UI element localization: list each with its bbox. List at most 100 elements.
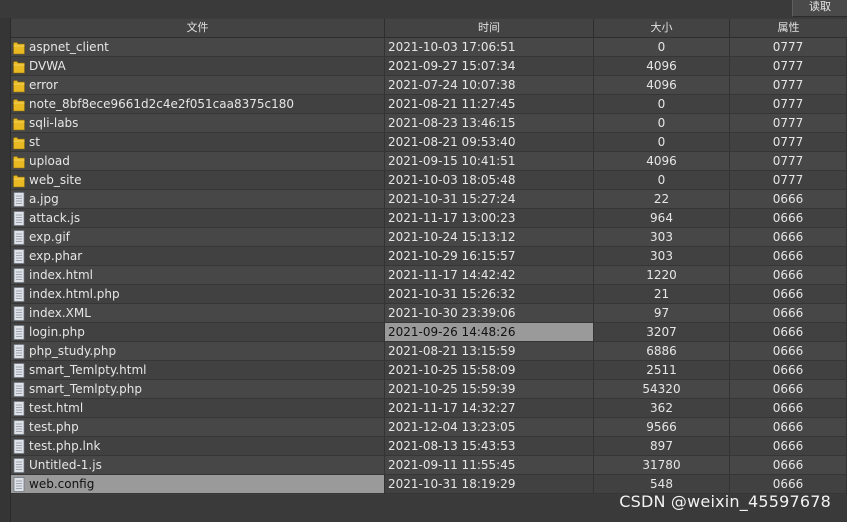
- file-time-cell[interactable]: 2021-10-29 16:15:57: [385, 247, 594, 266]
- table-row[interactable]: Untitled-1.js 2021-09-11 11:55:45 31780 066…: [11, 456, 847, 475]
- file-attr-cell[interactable]: 0666: [730, 323, 847, 342]
- file-time-cell[interactable]: 2021-10-24 15:13:12: [385, 228, 594, 247]
- file-time-cell[interactable]: 2021-11-17 14:32:27: [385, 399, 594, 418]
- table-row[interactable]: exp.phar 2021-10-29 16:15:57 303 0666: [11, 247, 847, 266]
- table-row[interactable]: exp.gif 2021-10-24 15:13:12 303 0666: [11, 228, 847, 247]
- file-attr-cell[interactable]: 0777: [730, 114, 847, 133]
- file-attr-cell[interactable]: 0666: [730, 342, 847, 361]
- file-attr-cell[interactable]: 0777: [730, 76, 847, 95]
- file-attr-cell[interactable]: 0666: [730, 418, 847, 437]
- column-header-time[interactable]: 时间: [385, 19, 594, 37]
- file-attr-cell[interactable]: 0666: [730, 304, 847, 323]
- file-size-cell[interactable]: 6886: [594, 342, 730, 361]
- file-size-cell[interactable]: 4096: [594, 57, 730, 76]
- file-time-cell[interactable]: 2021-08-21 13:15:59: [385, 342, 594, 361]
- file-time-cell[interactable]: 2021-09-11 11:55:45: [385, 456, 594, 475]
- file-time-cell[interactable]: 2021-10-03 17:06:51: [385, 38, 594, 57]
- table-row[interactable]: attack.js 2021-11-17 13:00:23 964 0666: [11, 209, 847, 228]
- file-size-cell[interactable]: 4096: [594, 152, 730, 171]
- file-name-cell[interactable]: index.html: [11, 266, 385, 285]
- file-time-cell[interactable]: 2021-08-21 09:53:40: [385, 133, 594, 152]
- column-header-size[interactable]: 大小: [594, 19, 730, 37]
- file-time-cell[interactable]: 2021-08-21 11:27:45: [385, 95, 594, 114]
- file-attr-cell[interactable]: 0666: [730, 437, 847, 456]
- file-attr-cell[interactable]: 0777: [730, 152, 847, 171]
- file-time-cell[interactable]: 2021-07-24 10:07:38: [385, 76, 594, 95]
- file-attr-cell[interactable]: 0777: [730, 38, 847, 57]
- file-name-cell[interactable]: index.XML: [11, 304, 385, 323]
- file-attr-cell[interactable]: 0666: [730, 380, 847, 399]
- file-size-cell[interactable]: 3207: [594, 323, 730, 342]
- file-time-cell[interactable]: 2021-10-03 18:05:48: [385, 171, 594, 190]
- table-row[interactable]: aspnet_client 2021-10-03 17:06:51 0 0777: [11, 38, 847, 57]
- file-name-cell[interactable]: note_8bf8ece9661d2c4e2f051caa8375c180: [11, 95, 385, 114]
- file-name-cell[interactable]: web_site: [11, 171, 385, 190]
- file-time-cell[interactable]: 2021-09-15 10:41:51: [385, 152, 594, 171]
- file-size-cell[interactable]: 0: [594, 114, 730, 133]
- file-size-cell[interactable]: 9566: [594, 418, 730, 437]
- file-size-cell[interactable]: 97: [594, 304, 730, 323]
- file-size-cell[interactable]: 4096: [594, 76, 730, 95]
- table-row[interactable]: DVWA 2021-09-27 15:07:34 4096 0777: [11, 57, 847, 76]
- file-size-cell[interactable]: 0: [594, 133, 730, 152]
- file-time-cell[interactable]: 2021-09-27 15:07:34: [385, 57, 594, 76]
- file-time-cell[interactable]: 2021-10-25 15:58:09: [385, 361, 594, 380]
- table-row[interactable]: index.html 2021-11-17 14:42:42 1220 0666: [11, 266, 847, 285]
- file-attr-cell[interactable]: 0777: [730, 57, 847, 76]
- table-row[interactable]: web_site 2021-10-03 18:05:48 0 0777: [11, 171, 847, 190]
- file-name-cell[interactable]: exp.gif: [11, 228, 385, 247]
- file-attr-cell[interactable]: 0666: [730, 456, 847, 475]
- file-size-cell[interactable]: 2511: [594, 361, 730, 380]
- file-attr-cell[interactable]: 0777: [730, 133, 847, 152]
- file-time-cell[interactable]: 2021-10-31 15:27:24: [385, 190, 594, 209]
- file-name-cell[interactable]: st: [11, 133, 385, 152]
- file-size-cell[interactable]: 21: [594, 285, 730, 304]
- file-attr-cell[interactable]: 0666: [730, 361, 847, 380]
- file-name-cell[interactable]: login.php: [11, 323, 385, 342]
- file-name-cell[interactable]: test.php: [11, 418, 385, 437]
- file-size-cell[interactable]: 0: [594, 38, 730, 57]
- file-size-cell[interactable]: 54320: [594, 380, 730, 399]
- file-size-cell[interactable]: 22: [594, 190, 730, 209]
- file-attr-cell[interactable]: 0666: [730, 285, 847, 304]
- table-row[interactable]: php_study.php 2021-08-21 13:15:59 6886 0666: [11, 342, 847, 361]
- table-row[interactable]: index.XML 2021-10-30 23:39:06 97 0666: [11, 304, 847, 323]
- table-row[interactable]: upload 2021-09-15 10:41:51 4096 0777: [11, 152, 847, 171]
- file-name-cell[interactable]: sqli-labs: [11, 114, 385, 133]
- file-time-cell[interactable]: 2021-10-31 18:19:29: [385, 475, 594, 494]
- file-attr-cell[interactable]: 0666: [730, 209, 847, 228]
- file-time-cell[interactable]: 2021-11-17 14:42:42: [385, 266, 594, 285]
- file-size-cell[interactable]: 303: [594, 247, 730, 266]
- file-size-cell[interactable]: 964: [594, 209, 730, 228]
- file-name-cell[interactable]: attack.js: [11, 209, 385, 228]
- file-attr-cell[interactable]: 0777: [730, 171, 847, 190]
- file-attr-cell[interactable]: 0666: [730, 190, 847, 209]
- file-name-cell[interactable]: test.php.lnk: [11, 437, 385, 456]
- file-attr-cell[interactable]: 0666: [730, 399, 847, 418]
- file-name-cell[interactable]: exp.phar: [11, 247, 385, 266]
- file-name-cell[interactable]: DVWA: [11, 57, 385, 76]
- file-time-cell[interactable]: 2021-09-26 14:48:26: [385, 323, 594, 342]
- file-size-cell[interactable]: 0: [594, 95, 730, 114]
- file-name-cell[interactable]: web.config: [11, 475, 385, 494]
- file-size-cell[interactable]: 362: [594, 399, 730, 418]
- column-header-name[interactable]: 文件: [11, 19, 385, 37]
- file-size-cell[interactable]: 1220: [594, 266, 730, 285]
- table-row[interactable]: st 2021-08-21 09:53:40 0 0777: [11, 133, 847, 152]
- file-name-cell[interactable]: test.html: [11, 399, 385, 418]
- file-size-cell[interactable]: 31780: [594, 456, 730, 475]
- table-row[interactable]: sqli-labs 2021-08-23 13:46:15 0 0777: [11, 114, 847, 133]
- file-attr-cell[interactable]: 0666: [730, 247, 847, 266]
- file-name-cell[interactable]: aspnet_client: [11, 38, 385, 57]
- file-size-cell[interactable]: 0: [594, 171, 730, 190]
- table-row[interactable]: note_8bf8ece9661d2c4e2f051caa8375c180 202…: [11, 95, 847, 114]
- file-name-cell[interactable]: error: [11, 76, 385, 95]
- file-name-cell[interactable]: smart_Temlpty.html: [11, 361, 385, 380]
- file-time-cell[interactable]: 2021-10-30 23:39:06: [385, 304, 594, 323]
- read-button[interactable]: 读取: [792, 0, 847, 17]
- table-row[interactable]: login.php 2021-09-26 14:48:26 3207 0666: [11, 323, 847, 342]
- table-row[interactable]: smart_Temlpty.html 2021-10-25 15:58:09 251…: [11, 361, 847, 380]
- file-attr-cell[interactable]: 0777: [730, 95, 847, 114]
- file-name-cell[interactable]: upload: [11, 152, 385, 171]
- file-time-cell[interactable]: 2021-10-25 15:59:39: [385, 380, 594, 399]
